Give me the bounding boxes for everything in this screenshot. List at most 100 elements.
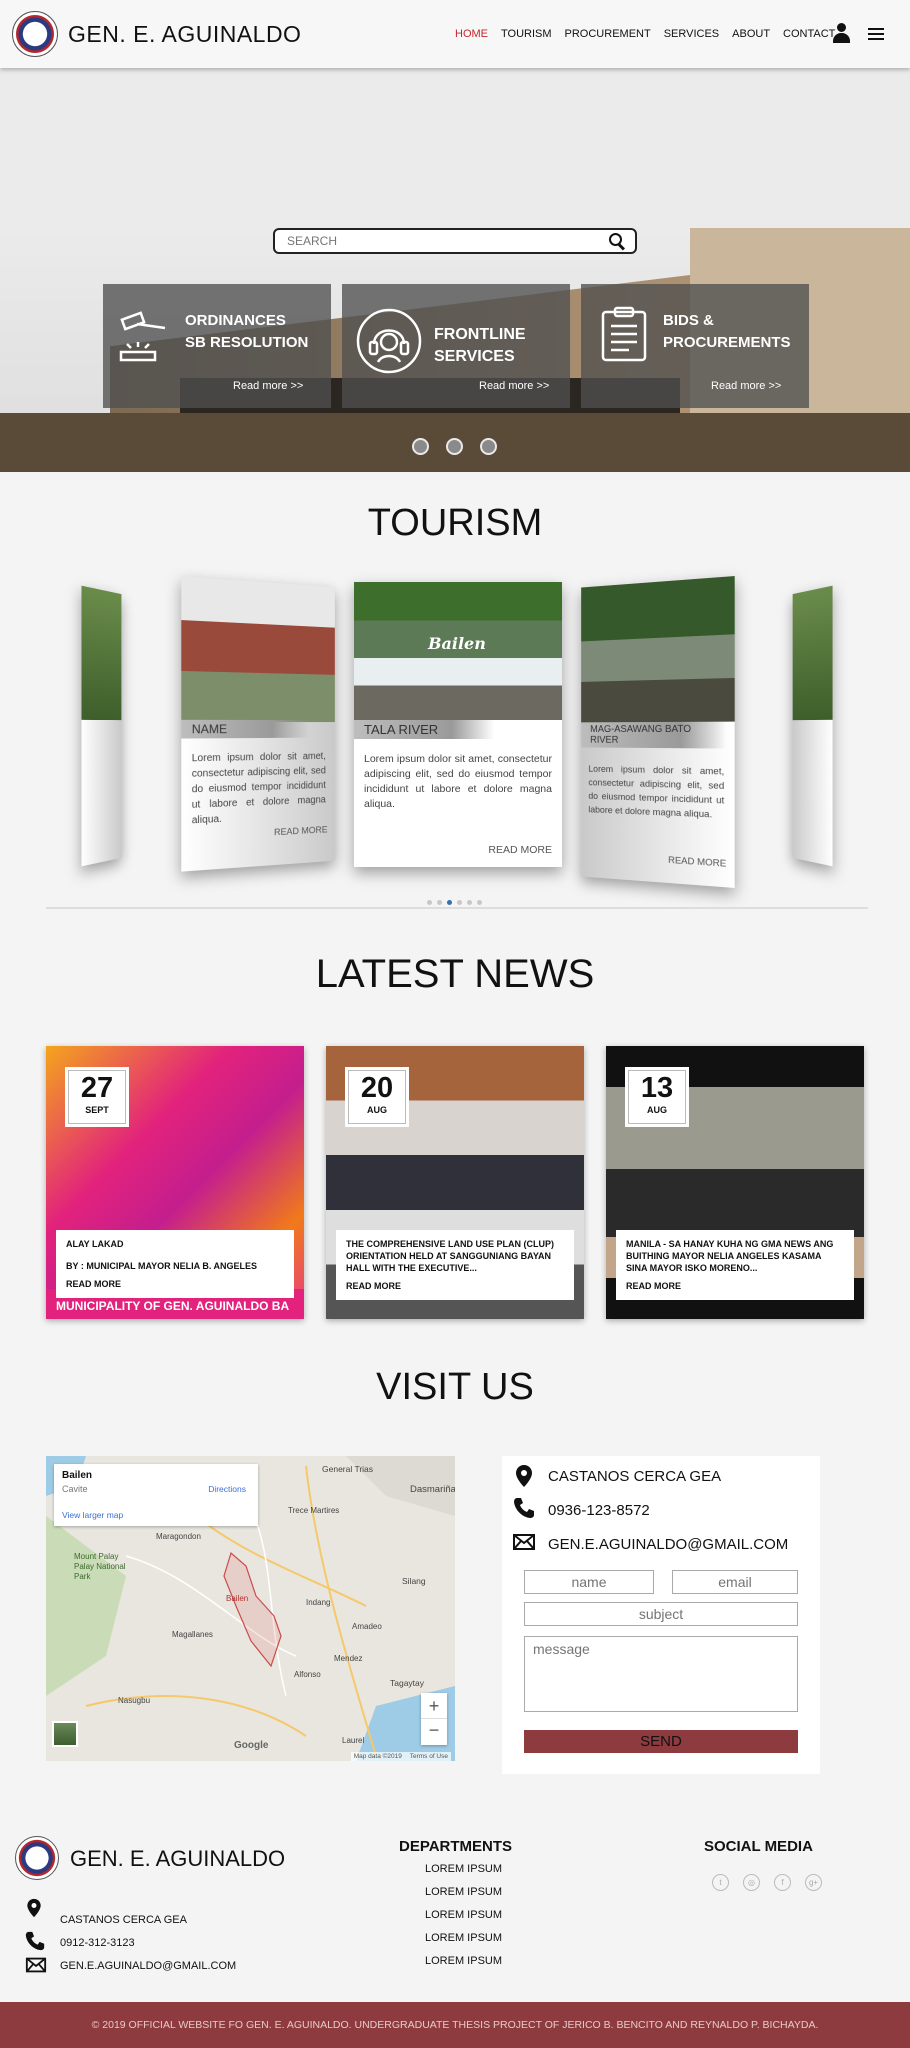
tourism-card[interactable]: NAME Lorem ipsum dolor sit amet, consect… <box>181 576 335 872</box>
quicklink-title-line1: BIDS & <box>663 312 714 329</box>
footer-email: GEN.E.AGUINALDO@GMAIL.COM <box>60 1960 237 1972</box>
page-dot[interactable] <box>457 900 462 905</box>
mail-icon <box>25 1957 47 1973</box>
quicklink-frontline-services[interactable]: FRONTLINE SERVICES Read more >> <box>342 284 570 408</box>
news-caption: MANILA - SA HANAY KUHA NG GMA NEWS ANG B… <box>616 1230 854 1300</box>
map-info-panel: Bailen Cavite Directions View larger map <box>54 1464 258 1526</box>
footer-address: CASTANOS CERCA GEA <box>60 1914 187 1926</box>
twitter-icon[interactable]: t <box>712 1874 729 1891</box>
map-zoom-control: + − <box>421 1693 447 1745</box>
message-field[interactable] <box>524 1636 798 1712</box>
card-image <box>81 585 122 721</box>
quicklink-title-line1: ORDINANCES <box>185 312 286 329</box>
nav-home[interactable]: HOME <box>455 28 488 40</box>
location-pin-icon <box>516 1465 532 1487</box>
map-place-name: Bailen <box>62 1470 93 1481</box>
map-larger-link[interactable]: View larger map <box>62 1510 123 1520</box>
contact-card: CASTANOS CERCA GEA 0936-123-8572 GEN.E.A… <box>502 1456 820 1774</box>
hamburger-menu-icon[interactable] <box>868 28 884 40</box>
nav-contact[interactable]: CONTACT <box>783 28 835 40</box>
embedded-map[interactable]: Bailen Cavite Directions View larger map… <box>46 1456 455 1761</box>
nav-about[interactable]: ABOUT <box>732 28 770 40</box>
hero-banner: ORDINANCES SB RESOLUTION Read more >> FR… <box>0 68 910 472</box>
tourism-heading: TOURISM <box>367 502 543 544</box>
tourism-card[interactable]: MAG-ASAWANG BATO RIVER Lorem ipsum dolor… <box>581 576 735 888</box>
map-label: Nasugbu <box>118 1696 151 1705</box>
quicklink-title-line2: SB RESOLUTION <box>185 334 309 351</box>
instagram-icon[interactable]: ◎ <box>743 1874 760 1891</box>
department-link[interactable]: LOREM IPSUM <box>425 1881 502 1904</box>
tourism-card-edge[interactable] <box>792 585 833 867</box>
user-icon[interactable] <box>832 23 850 43</box>
slide-dot[interactable] <box>480 438 497 455</box>
map-label: Dasmariñas <box>410 1484 455 1495</box>
site-title[interactable]: GEN. E. AGUINALDO <box>68 21 301 48</box>
footer-seal-logo[interactable] <box>15 1836 59 1880</box>
card-image-monument <box>181 576 335 723</box>
slide-dot[interactable] <box>412 438 429 455</box>
department-link[interactable]: LOREM IPSUM <box>425 1904 502 1927</box>
read-more-link[interactable]: READ MORE <box>66 1278 284 1290</box>
news-card[interactable]: MUNICIPALITY OF GEN. AGUINALDO BA 27 SEP… <box>46 1046 304 1319</box>
news-date: 27 SEPT <box>65 1067 129 1127</box>
read-more-link[interactable]: READ MORE <box>274 825 328 839</box>
news-day: 20 <box>360 1072 394 1104</box>
department-link[interactable]: LOREM IPSUM <box>425 1950 502 1973</box>
read-more-link[interactable]: Read more >> <box>479 380 549 392</box>
main-nav: HOME TOURISM PROCUREMENT SERVICES ABOUT … <box>455 28 835 40</box>
tourism-card-active[interactable]: Bailen TALA RIVER Lorem ipsum dolor sit … <box>354 582 562 867</box>
map-label: Magallanes <box>172 1630 213 1639</box>
zoom-in-button[interactable]: + <box>421 1693 447 1719</box>
read-more-link[interactable]: READ MORE <box>626 1280 844 1292</box>
map-label: Alfonso <box>294 1670 321 1679</box>
quicklink-title-line2: SERVICES <box>434 348 515 365</box>
page-dot[interactable] <box>477 900 482 905</box>
map-directions-link[interactable]: Directions <box>208 1484 246 1494</box>
read-more-link[interactable]: Read more >> <box>711 380 781 392</box>
nav-procurement[interactable]: PROCUREMENT <box>565 28 651 40</box>
page-dot-active[interactable] <box>447 900 452 905</box>
page-dot[interactable] <box>467 900 472 905</box>
subject-field[interactable] <box>524 1602 798 1626</box>
nav-tourism[interactable]: TOURISM <box>501 28 552 40</box>
news-month: AUG <box>647 1105 667 1115</box>
page-dot[interactable] <box>437 900 442 905</box>
quicklink-ordinances[interactable]: ORDINANCES SB RESOLUTION Read more >> <box>103 284 331 408</box>
map-label: Maragondon <box>156 1532 201 1541</box>
news-card[interactable]: 13 AUG MANILA - SA HANAY KUHA NG GMA NEW… <box>606 1046 864 1319</box>
send-button[interactable]: SEND <box>524 1730 798 1753</box>
quicklink-bids-procurements[interactable]: BIDS & PROCUREMENTS Read more >> <box>581 284 809 408</box>
read-more-link[interactable]: READ MORE <box>346 1280 564 1292</box>
department-link[interactable]: LOREM IPSUM <box>425 1858 502 1881</box>
search-input[interactable] <box>275 230 595 252</box>
departments-list: LOREM IPSUM LOREM IPSUM LOREM IPSUM LORE… <box>425 1858 502 1973</box>
map-satellite-toggle[interactable] <box>52 1721 78 1747</box>
read-more-link[interactable]: READ MORE <box>668 855 726 870</box>
tourism-card-edge[interactable] <box>81 585 122 867</box>
municipal-seal-logo[interactable] <box>12 11 58 57</box>
page-dot[interactable] <box>427 900 432 905</box>
read-more-link[interactable]: READ MORE <box>488 844 552 856</box>
news-date: 13 AUG <box>625 1067 689 1127</box>
news-caption: ALAY LAKAD BY : MUNICIPAL MAYOR NELIA B.… <box>56 1230 294 1298</box>
news-day: 13 <box>640 1072 674 1104</box>
contact-address: CASTANOS CERCA GEA <box>548 1468 722 1485</box>
nav-services[interactable]: SERVICES <box>664 28 719 40</box>
visit-us-heading: VISIT US <box>376 1366 534 1408</box>
read-more-link[interactable]: Read more >> <box>233 380 303 392</box>
zoom-out-button[interactable]: − <box>421 1719 447 1745</box>
name-field[interactable] <box>524 1570 654 1594</box>
slide-dot[interactable] <box>446 438 463 455</box>
facebook-icon[interactable]: f <box>774 1874 791 1891</box>
search-icon[interactable] <box>609 233 625 249</box>
card-image-waterfall <box>581 576 735 723</box>
map-terms-link[interactable]: Terms of Use <box>410 1753 448 1760</box>
google-plus-icon[interactable]: g+ <box>805 1874 822 1891</box>
email-field[interactable] <box>672 1570 798 1594</box>
department-link[interactable]: LOREM IPSUM <box>425 1927 502 1950</box>
image-caption: Bailen <box>428 634 486 653</box>
news-card[interactable]: 20 AUG THE COMPREHENSIVE LAND USE PLAN (… <box>326 1046 584 1319</box>
map-label: Tagaytay <box>390 1678 425 1688</box>
clipboard-icon <box>601 306 647 362</box>
news-headline: THE COMPREHENSIVE LAND USE PLAN (CLUP) O… <box>346 1239 555 1273</box>
